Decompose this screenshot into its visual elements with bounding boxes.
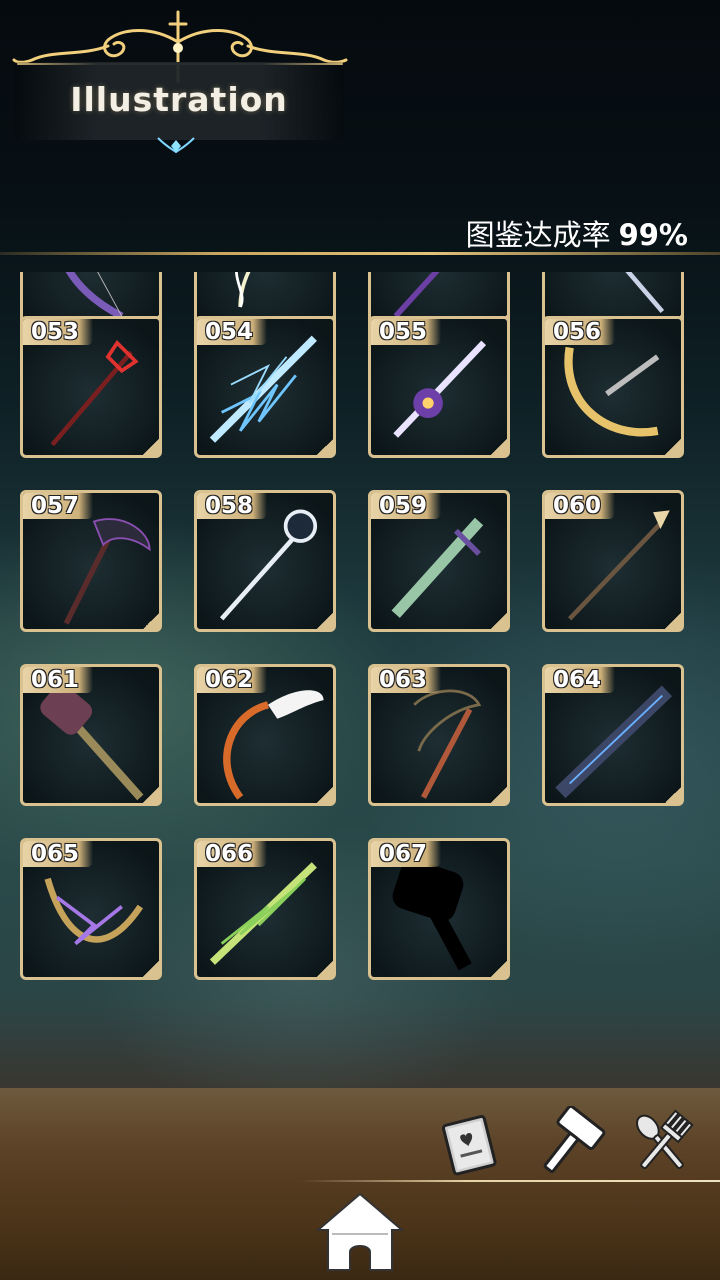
- corner-ornament: [143, 613, 159, 629]
- weapon-number: 053: [31, 319, 80, 345]
- corner-ornament: [665, 439, 681, 455]
- weapon-number: 060: [553, 493, 602, 519]
- weapon-card[interactable]: 060: [542, 490, 684, 632]
- corner-ornament: [143, 787, 159, 803]
- corner-ornament: [143, 439, 159, 455]
- corner-ornament: [665, 787, 681, 803]
- weapon-number: 056: [553, 319, 602, 345]
- weapon-card[interactable]: 053: [20, 316, 162, 458]
- weapon-number: 066: [205, 841, 254, 867]
- weapon-number: 058: [205, 493, 254, 519]
- vine-hammer-icon: [40, 684, 144, 801]
- recipe-book-icon[interactable]: [432, 1106, 508, 1182]
- weapon-card[interactable]: 065: [20, 838, 162, 980]
- moon-staff-icon: [219, 509, 318, 621]
- weapon-card[interactable]: 057: [20, 490, 162, 632]
- weapon-card[interactable]: 063: [368, 664, 510, 806]
- verdant-spear-icon: [209, 862, 317, 965]
- lightning-spear-icon: [209, 335, 317, 443]
- weapon-card[interactable]: 067: [368, 838, 510, 980]
- blue-gem-icon: [157, 137, 195, 154]
- home-icon[interactable]: [312, 1190, 408, 1274]
- corner-ornament: [491, 787, 507, 803]
- divider: [0, 252, 720, 255]
- weapon-card[interactable]: 066: [194, 838, 336, 980]
- golden-crossbow-icon: [564, 346, 660, 437]
- bronze-spear-icon: [567, 510, 670, 621]
- corner-ornament: [491, 961, 507, 977]
- locked-hammer-silhouette-icon: [392, 859, 472, 971]
- weapon-number: 057: [31, 493, 80, 519]
- completion-label: 图鉴达成率: [465, 218, 611, 252]
- angel-wing-bow-icon: [223, 690, 324, 800]
- amethyst-sword-icon: [393, 340, 487, 438]
- weapon-grid[interactable]: 053 054 055 056 057 058 059 060 061 062 063 064 065 0…: [0, 272, 720, 1072]
- cooking-utensils-icon[interactable]: [624, 1106, 700, 1182]
- weapon-card[interactable]: 062: [194, 664, 336, 806]
- corner-ornament: [491, 613, 507, 629]
- weapon-number: 062: [205, 667, 254, 693]
- page-header: Illustration: [0, 0, 360, 160]
- forge-hammer-icon[interactable]: [530, 1106, 606, 1182]
- weapon-number: 065: [31, 841, 80, 867]
- corner-ornament: [491, 439, 507, 455]
- arcane-bow-icon: [44, 877, 144, 946]
- weapon-number: 059: [379, 493, 428, 519]
- corner-ornament: [317, 961, 333, 977]
- weapon-card[interactable]: 059: [368, 490, 510, 632]
- corner-ornament: [143, 961, 159, 977]
- crimson-trident-icon: [50, 339, 139, 447]
- weapon-card[interactable]: 058: [194, 490, 336, 632]
- weapon-number: 064: [553, 667, 602, 693]
- weapon-number: 055: [379, 319, 428, 345]
- weapon-number: 063: [379, 667, 428, 693]
- weapon-card[interactable]: 056: [542, 316, 684, 458]
- weapon-number: 067: [379, 841, 428, 867]
- page-title: Illustration: [70, 80, 288, 119]
- rope-staff-icon: [413, 689, 482, 799]
- corner-ornament: [317, 613, 333, 629]
- weapon-card[interactable]: 061: [20, 664, 162, 806]
- corner-ornament: [317, 787, 333, 803]
- corner-ornament: [317, 439, 333, 455]
- completion-rate: 图鉴达成率 99%: [466, 212, 688, 254]
- weapon-card[interactable]: 064: [542, 664, 684, 806]
- thorn-scythe-icon: [63, 518, 151, 625]
- jade-sword-icon: [391, 517, 484, 618]
- weapon-card[interactable]: 054: [194, 316, 336, 458]
- weapon-card[interactable]: 055: [368, 316, 510, 458]
- corner-ornament: [665, 613, 681, 629]
- weapon-number: 054: [205, 319, 254, 345]
- completion-value: 99%: [618, 218, 688, 252]
- rune-greatsword-icon: [555, 685, 673, 799]
- weapon-number: 061: [31, 667, 80, 693]
